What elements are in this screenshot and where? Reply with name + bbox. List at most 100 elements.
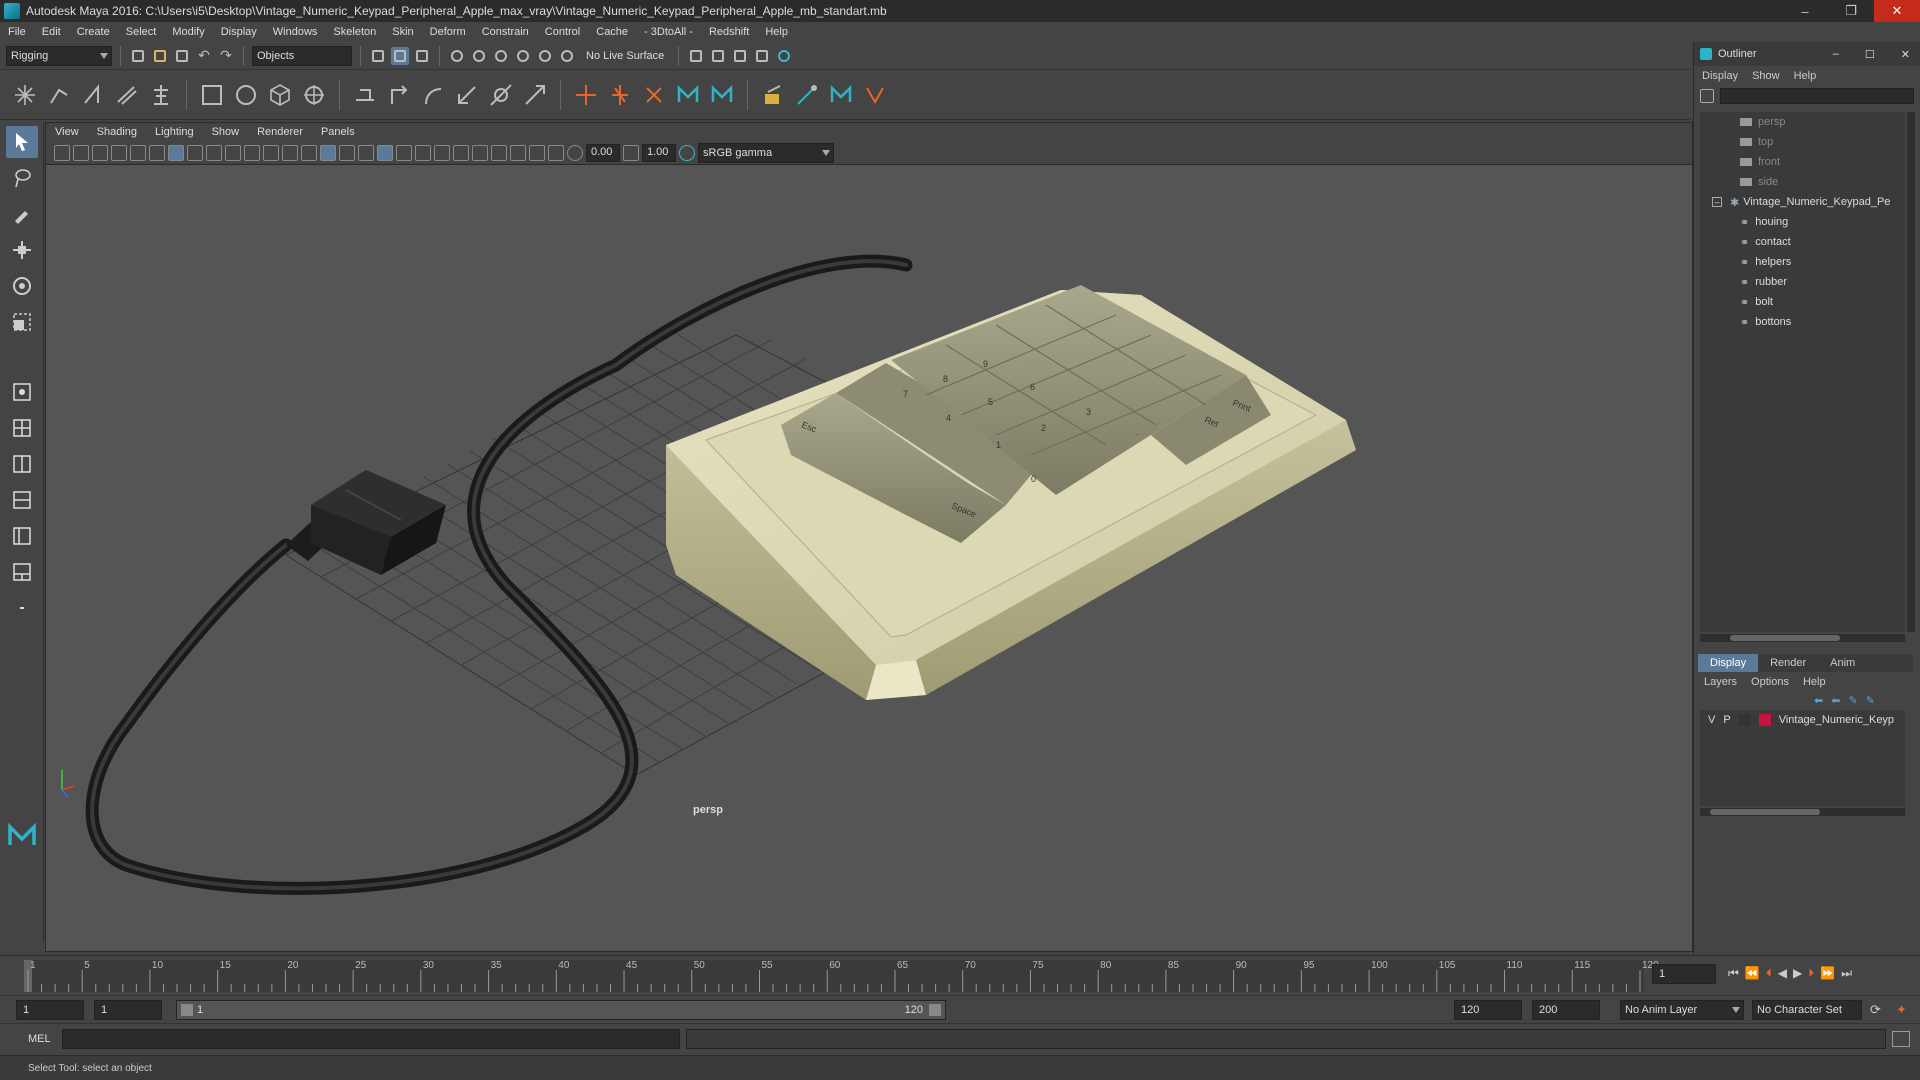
shadows-icon[interactable] [358, 144, 374, 161]
select-component-icon[interactable] [413, 47, 431, 65]
motion-blur-icon[interactable] [453, 144, 469, 161]
menu-modify[interactable]: Modify [164, 26, 212, 38]
collapse-icon[interactable]: – [1712, 197, 1722, 207]
panel-menu-view[interactable]: View [46, 126, 88, 138]
outliner-layout-button[interactable] [6, 520, 38, 552]
layer-row[interactable]: V P Vintage_Numeric_Keyp [1700, 710, 1905, 730]
move-tool[interactable] [6, 234, 38, 266]
parent-constraint-icon[interactable] [352, 82, 378, 108]
lasso-tool[interactable] [6, 162, 38, 194]
scrollbar-thumb[interactable] [1730, 635, 1840, 641]
paint-weights-icon[interactable] [641, 82, 667, 108]
isolate-select-icon[interactable] [491, 144, 507, 161]
render-settings-icon[interactable] [753, 47, 771, 65]
anti-alias-icon[interactable] [472, 144, 488, 161]
undo-icon[interactable]: ↶ [195, 47, 213, 65]
menu-skeleton[interactable]: Skeleton [325, 26, 384, 38]
safe-action-icon[interactable] [263, 144, 279, 161]
menuset-dropdown[interactable]: Rigging [6, 45, 112, 66]
bind-skin-icon[interactable] [199, 82, 225, 108]
panel-menu-shading[interactable]: Shading [88, 126, 146, 138]
locator-icon[interactable] [573, 82, 599, 108]
snap-grid-icon[interactable] [448, 47, 466, 65]
tab-anim[interactable]: Anim [1818, 654, 1867, 672]
move-layer-up-icon[interactable]: ⬅ [1814, 694, 1823, 707]
snap-surface-icon[interactable] [536, 47, 554, 65]
camera-attributes-icon[interactable] [73, 144, 89, 161]
auto-key-icon[interactable]: ⟳ [1870, 1002, 1881, 1018]
outliner-item-contact[interactable]: ⚭ contact [1700, 232, 1905, 252]
menu-edit[interactable]: Edit [34, 26, 69, 38]
outliner-item-helpers[interactable]: ⚭ helpers [1700, 252, 1905, 272]
lighting-icon[interactable] [339, 144, 355, 161]
outliner-item-front[interactable]: front [1700, 152, 1905, 172]
smooth-bind-icon[interactable] [233, 82, 259, 108]
outliner-item-rubber[interactable]: ⚭ rubber [1700, 272, 1905, 292]
select-object-icon[interactable] [391, 46, 409, 65]
menu-help[interactable]: Help [757, 26, 796, 38]
anim-prefs-icon[interactable]: ✦ [1896, 1002, 1907, 1018]
maximize-icon[interactable]: ☐ [1855, 48, 1885, 61]
backface-icon[interactable] [548, 144, 564, 161]
outliner-menu-display[interactable]: Display [1702, 70, 1738, 82]
xray-joints-icon[interactable] [510, 144, 526, 161]
menu-deform[interactable]: Deform [422, 26, 474, 38]
maya-logo-icon[interactable] [828, 82, 854, 108]
menu-cache[interactable]: Cache [588, 26, 636, 38]
xray-icon[interactable] [415, 144, 431, 161]
outliner-horizontal-scrollbar[interactable] [1700, 634, 1905, 642]
wire-deformer-icon[interactable] [794, 82, 820, 108]
layer-menu-help[interactable]: Help [1803, 676, 1826, 688]
play-forward-icon[interactable]: ▶ [1793, 966, 1802, 981]
camera-icon[interactable] [54, 144, 70, 161]
scrollbar-thumb[interactable] [1710, 809, 1820, 815]
ik-spline-icon[interactable] [80, 82, 106, 108]
tab-render[interactable]: Render [1758, 654, 1818, 672]
render-view-icon[interactable] [687, 47, 705, 65]
single-layout-button[interactable] [6, 376, 38, 408]
layer-menu-options[interactable]: Options [1751, 676, 1789, 688]
open-scene-icon[interactable] [151, 47, 169, 65]
playback-start-field[interactable]: 1 [94, 1000, 162, 1020]
layer-horizontal-scrollbar[interactable] [1700, 808, 1905, 816]
joint-tool-icon[interactable] [12, 82, 38, 108]
colorspace-dropdown[interactable]: sRGB gamma [698, 142, 834, 163]
command-input[interactable] [62, 1029, 680, 1049]
start-time-field[interactable]: 1 [16, 1000, 84, 1020]
aim-constraint-icon[interactable] [488, 82, 514, 108]
step-forward-frame-icon[interactable]: ⏵ [1808, 966, 1814, 981]
current-frame-field[interactable]: 1 [1652, 964, 1716, 984]
gate-mask-icon[interactable] [225, 144, 241, 161]
gamma-field[interactable]: 1.00 [642, 143, 676, 162]
ipr-render-icon[interactable] [731, 47, 749, 65]
safe-title-icon[interactable] [282, 144, 298, 161]
outliner-item-top[interactable]: top [1700, 132, 1905, 152]
ambient-occlusion-icon[interactable] [434, 144, 450, 161]
smooth-shade-icon[interactable] [320, 144, 336, 161]
outliner-menu-help[interactable]: Help [1794, 70, 1817, 82]
outliner-item-root[interactable]: – ✱ Vintage_Numeric_Keypad_Pe [1700, 192, 1905, 212]
snap-view-icon[interactable] [514, 47, 532, 65]
grease-pencil-icon[interactable] [149, 144, 165, 161]
menu-3dtoall[interactable]: - 3DtoAll - [636, 26, 701, 38]
layer-menu-layers[interactable]: Layers [1704, 676, 1737, 688]
anim-layer-dropdown[interactable]: No Anim Layer [1620, 1000, 1744, 1020]
film-gate-icon[interactable] [187, 144, 203, 161]
layer-type-toggle[interactable] [1738, 714, 1751, 726]
maximize-button[interactable]: ❐ [1828, 0, 1874, 22]
outliner-item-side[interactable]: side [1700, 172, 1905, 192]
stacked-layout-button[interactable] [6, 484, 38, 516]
menu-display[interactable]: Display [213, 26, 265, 38]
step-back-frame-icon[interactable]: ⏴ [1766, 966, 1772, 981]
live-surface-label[interactable]: No Live Surface [580, 50, 670, 62]
save-scene-icon[interactable] [173, 47, 191, 65]
select-hierarchy-icon[interactable] [369, 47, 387, 65]
outliner-search-input[interactable] [1720, 88, 1914, 104]
side-by-side-layout-button[interactable] [6, 448, 38, 480]
move-layer-down-icon[interactable]: ⬅ [1831, 694, 1840, 707]
selection-mode-dropdown[interactable]: Objects [252, 45, 352, 66]
field-chart-icon[interactable] [244, 144, 260, 161]
orient-constraint-icon[interactable] [420, 82, 446, 108]
outliner-menu-show[interactable]: Show [1752, 70, 1780, 82]
four-layout-button[interactable] [6, 412, 38, 444]
